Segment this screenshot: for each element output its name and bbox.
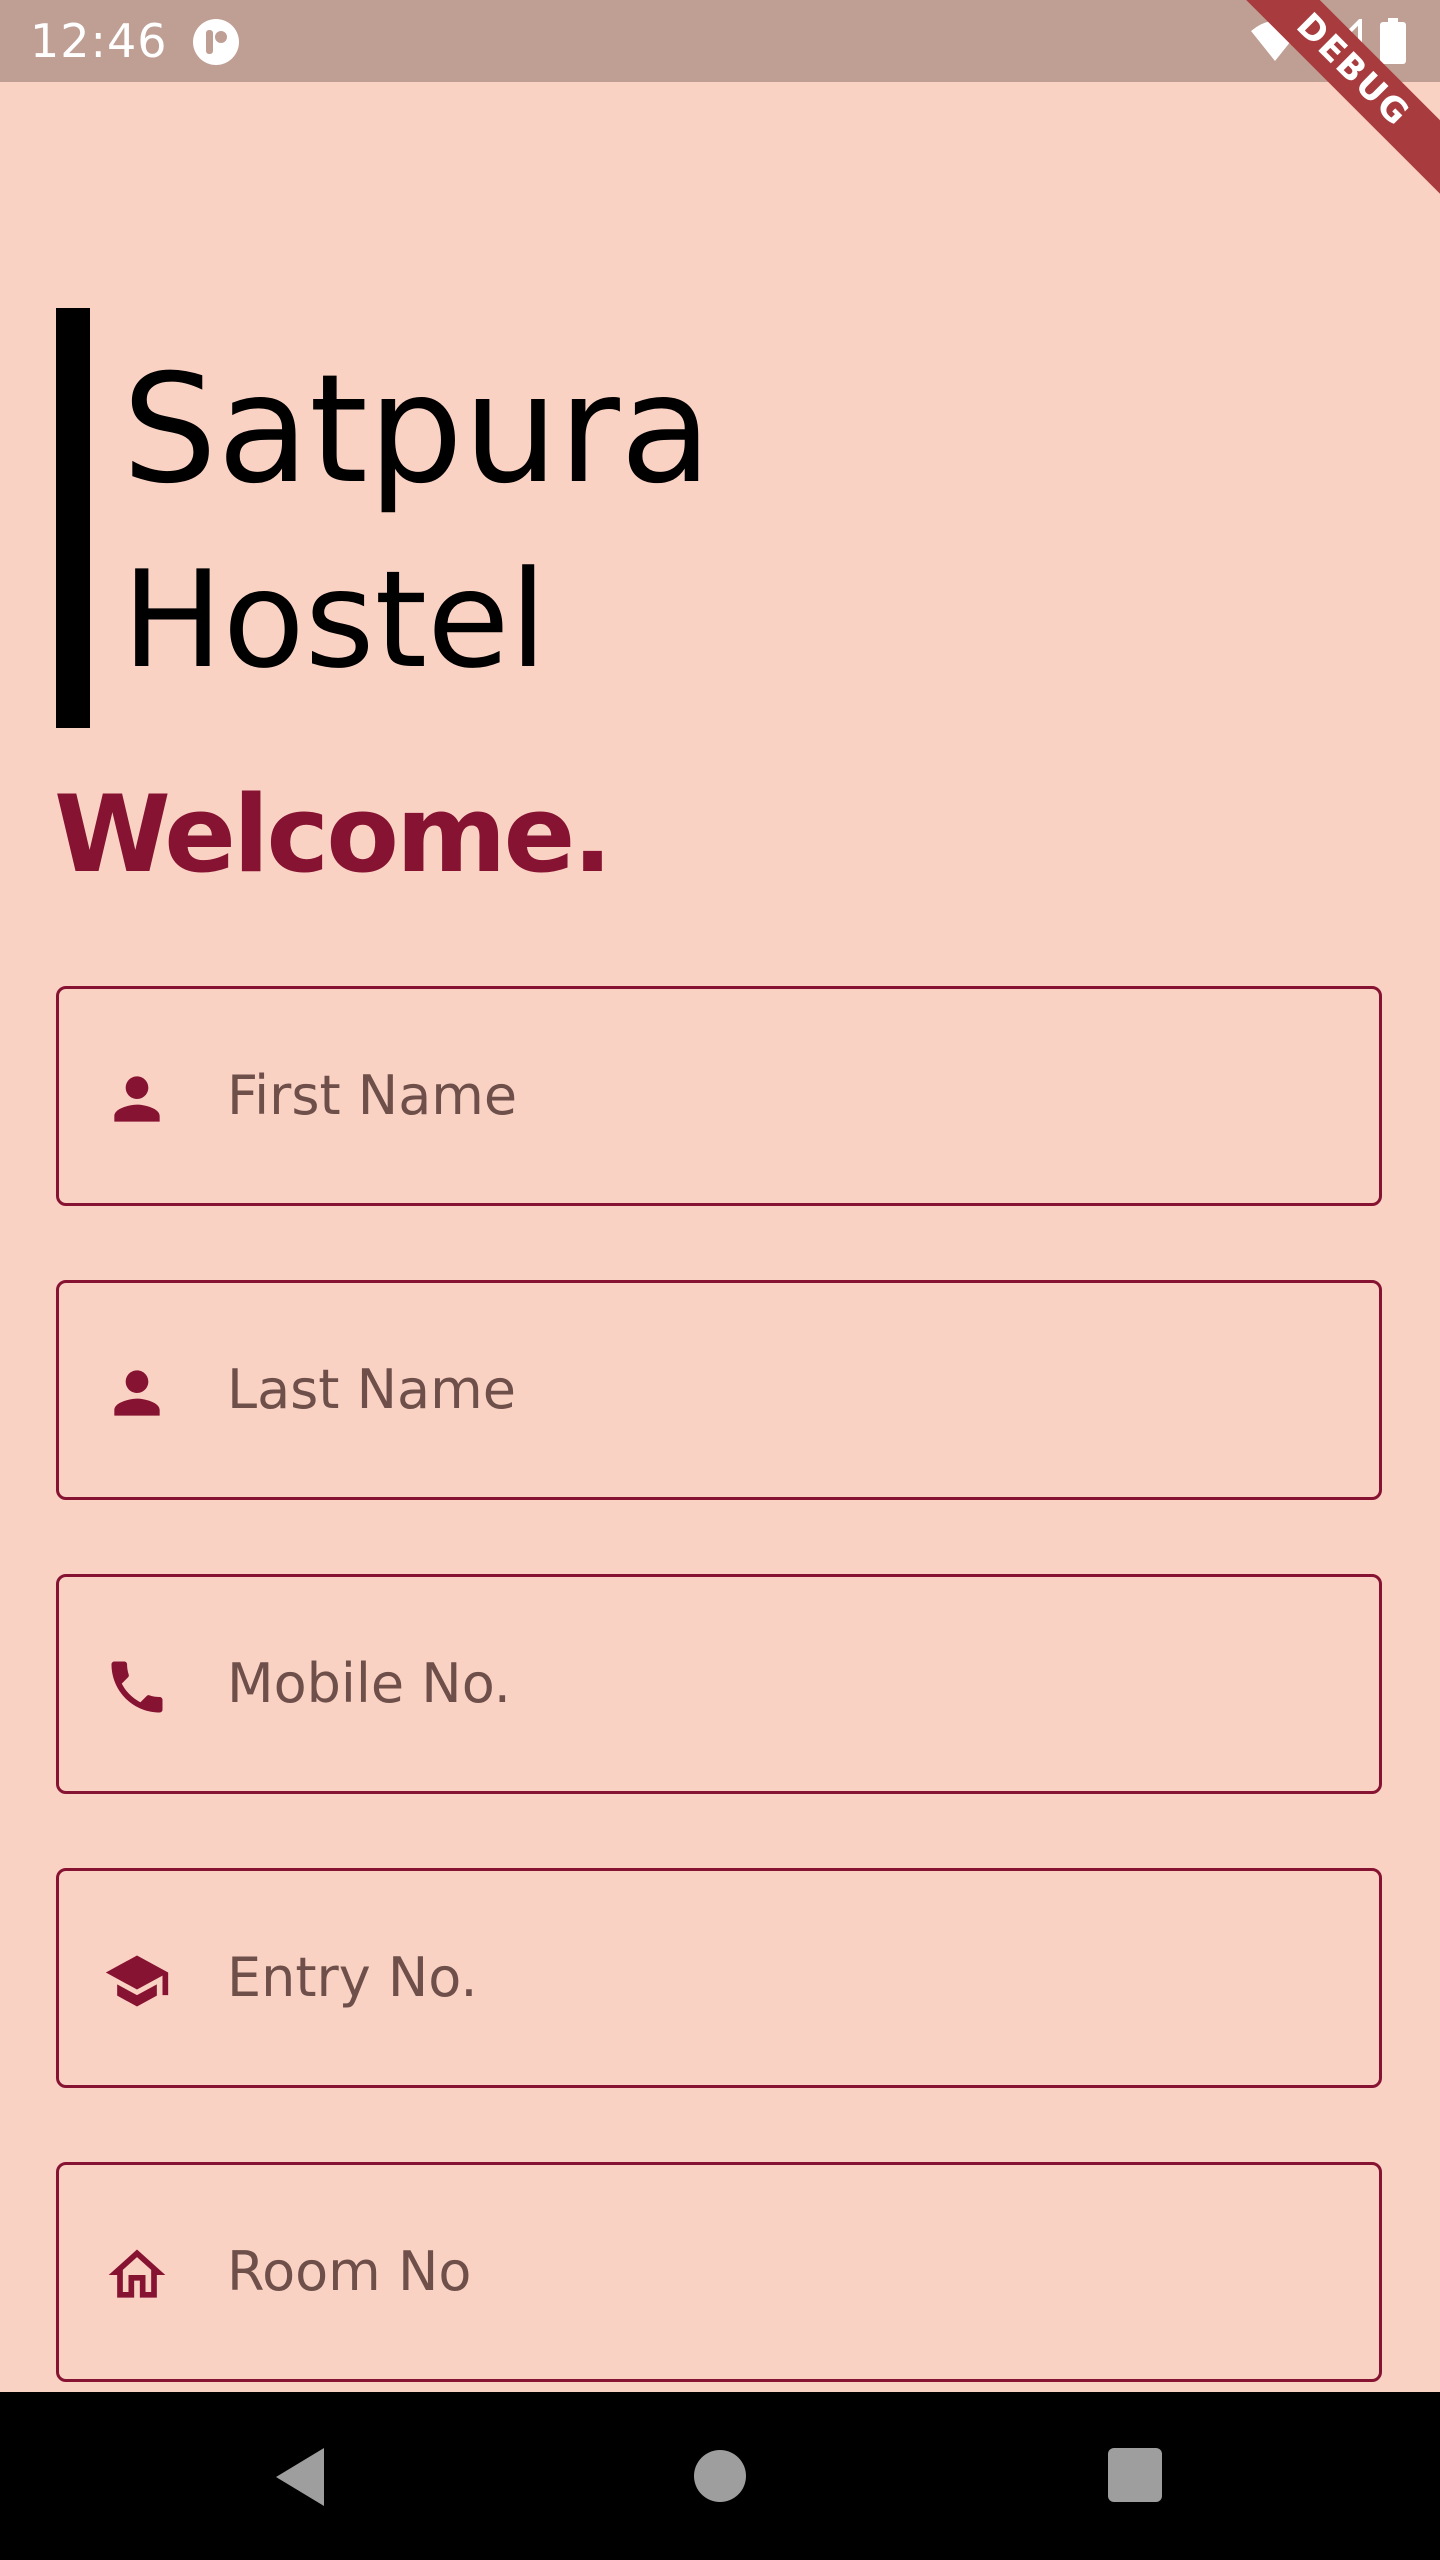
- person-icon: [114, 1076, 160, 1122]
- first-name-field[interactable]: First Name: [56, 986, 1382, 1206]
- app-notification-icon: [193, 19, 239, 65]
- graduation-cap-icon: [105, 1955, 169, 2007]
- room-number-field[interactable]: Room No: [56, 2162, 1382, 2382]
- screen: 12:46 DEBUG Satpura Hostel Welcome. Firs…: [0, 0, 1440, 2560]
- last-name-field[interactable]: Last Name: [56, 1280, 1382, 1500]
- room-number-placeholder: Room No: [227, 2240, 472, 2303]
- battery-icon: [1380, 18, 1406, 64]
- mobile-number-field[interactable]: Mobile No.: [56, 1574, 1382, 1794]
- status-bar: 12:46: [0, 0, 1440, 82]
- entry-number-field[interactable]: Entry No.: [56, 1868, 1382, 2088]
- mobile-number-placeholder: Mobile No.: [227, 1652, 511, 1715]
- recents-icon[interactable]: [1108, 2448, 1162, 2502]
- first-name-placeholder: First Name: [227, 1064, 518, 1127]
- system-navigation-bar: [0, 2392, 1440, 2560]
- app-title-line1: Satpura: [122, 343, 712, 517]
- home-icon: [108, 2249, 166, 2298]
- welcome-heading: Welcome.: [54, 773, 613, 896]
- app-title-line2: Hostel: [122, 542, 547, 698]
- status-time: 12:46: [30, 14, 168, 68]
- last-name-placeholder: Last Name: [227, 1358, 516, 1421]
- phone-icon: [111, 1661, 163, 1713]
- person-icon: [114, 1370, 160, 1416]
- back-icon[interactable]: [272, 2446, 328, 2508]
- home-circle-icon[interactable]: [694, 2450, 746, 2502]
- entry-number-placeholder: Entry No.: [227, 1946, 478, 2009]
- title-accent-bar: [56, 308, 90, 728]
